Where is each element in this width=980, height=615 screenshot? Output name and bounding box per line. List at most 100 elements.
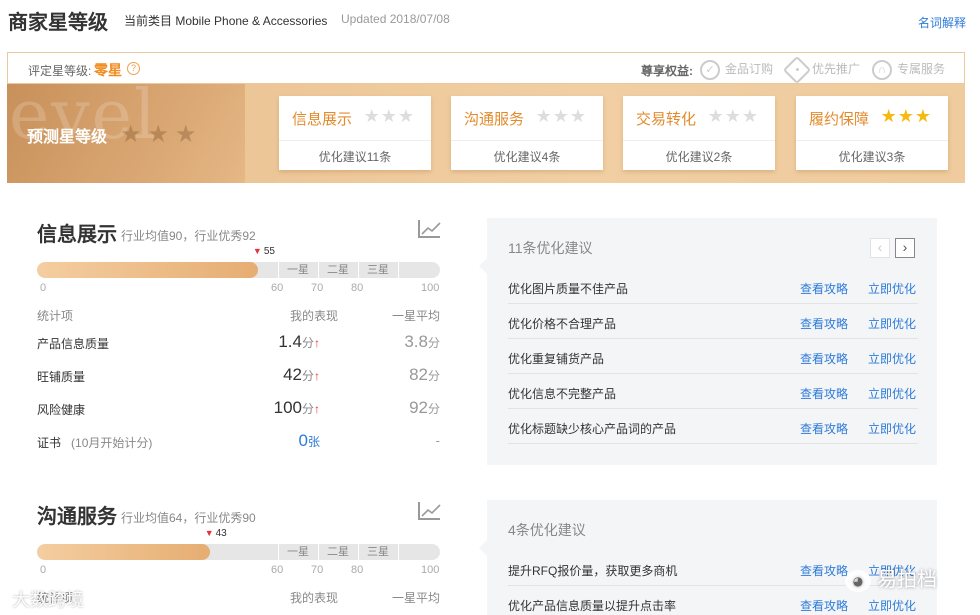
trend-chart-icon[interactable] [418, 220, 441, 238]
tick-label: 100 [421, 282, 440, 294]
tick-label: 100 [421, 564, 440, 576]
score-progress-bar: 一星 二星 三星 [37, 262, 440, 278]
up-arrow-icon: ↑ [314, 369, 320, 383]
predicted-star-label: 预测星等级 [27, 127, 108, 146]
suggestion-text: 优化图片质量不佳产品 [508, 282, 629, 296]
suggestion-row: 优化价格不合理产品 查看攻略 立即优化 [508, 304, 918, 339]
view-guide-link[interactable]: 查看攻略 [800, 597, 848, 614]
suggestion-panel: 4条优化建议 提升RFQ报价量，获取更多商机 查看攻略 立即优化 优化产品信息质… [479, 500, 937, 615]
check-circle-icon: ✓ [700, 59, 720, 80]
star-icon: ★ [380, 106, 398, 126]
next-page-button[interactable]: › [895, 238, 915, 258]
optimize-now-link[interactable]: 立即优化 [868, 420, 916, 437]
certificate-count[interactable]: 0张 [200, 431, 320, 451]
benefits-label: 尊享权益: [641, 64, 693, 78]
optimize-now-link[interactable]: 立即优化 [868, 280, 916, 297]
dimension-title: 信息展示 [292, 110, 353, 128]
score-marker: ▼ 43 [204, 528, 227, 539]
stat-header-avg: 一星平均 [392, 591, 441, 605]
help-icon[interactable]: ? [127, 62, 140, 75]
panel-pointer [479, 258, 487, 274]
card-divider [623, 140, 775, 141]
suggestion-text: 优化标题缺少核心产品词的产品 [508, 422, 677, 436]
view-guide-link[interactable]: 查看攻略 [800, 385, 848, 402]
dimension-tip: 优化建议2条 [665, 150, 733, 164]
trend-chart-icon[interactable] [418, 502, 441, 520]
benefit-exclusive-service: ∩ 专属服务 [872, 58, 945, 80]
star-icon: ★ [120, 121, 148, 148]
dimension-card-fulfillment[interactable]: 履约保障 ★★★ 优化建议3条 [796, 96, 948, 170]
glossary-link[interactable]: 名词解释 [918, 14, 966, 31]
suggestion-title: 11条优化建议 [508, 240, 593, 256]
dimension-stars: ★★★ [708, 106, 759, 127]
optimize-now-link[interactable]: 立即优化 [868, 385, 916, 402]
stat-avg-value: 92分 [409, 398, 440, 417]
score-progress-bar: 一星 二星 三星 [37, 544, 440, 560]
star-icon: ★ [147, 121, 176, 148]
stat-header-mine: 我的表现 [290, 309, 339, 323]
star-icon: ★ [535, 106, 553, 126]
dimension-card-conversion[interactable]: 交易转化 ★★★ 优化建议2条 [623, 96, 775, 170]
score-progress-fill [37, 544, 210, 560]
tick-label: 0 [40, 564, 47, 576]
dimension-card-info-display[interactable]: 信息展示 ★★★ 优化建议11条 [279, 96, 431, 170]
star-icon: ★ [707, 106, 725, 126]
benefit-gold-order: ✓ 金品订购 [700, 58, 773, 80]
tag-icon: • [782, 55, 812, 84]
tick-label: 70 [311, 282, 324, 294]
updated-date: Updated 2018/07/08 [341, 12, 450, 26]
stat-header-mine: 我的表现 [290, 591, 339, 605]
stat-header-avg: 一星平均 [392, 309, 441, 323]
view-guide-link[interactable]: 查看攻略 [800, 315, 848, 332]
level-three-star: 三星 [367, 546, 389, 558]
stat-header-item: 统计项 [37, 309, 74, 323]
rating-bar: 评定星等级: 零星 ? 尊享权益: ✓ 金品订购 • 优先推广 ∩ 专属服务 [7, 52, 965, 84]
stat-my-value: 100分↑ [273, 398, 320, 417]
view-guide-link[interactable]: 查看攻略 [800, 420, 848, 437]
rating-label: 评定星等级: [28, 64, 92, 78]
headset-icon: ∩ [872, 59, 892, 80]
level-three-star: 三星 [367, 264, 389, 276]
score-progress-fill [37, 262, 258, 278]
panel-pointer [479, 540, 487, 556]
dimension-card-communication[interactable]: 沟通服务 ★★★ 优化建议4条 [451, 96, 603, 170]
optimize-now-link[interactable]: 立即优化 [868, 350, 916, 367]
page-title: 商家星等级 [8, 10, 108, 34]
view-guide-link[interactable]: 查看攻略 [800, 350, 848, 367]
dimension-tip: 优化建议3条 [838, 150, 906, 164]
tick-label: 80 [351, 564, 364, 576]
current-category: 当前类目 Mobile Phone & Accessories [124, 14, 328, 28]
brand-watermark-left: 大数跨境 [12, 590, 84, 611]
rating-value: 零星 [94, 62, 122, 78]
predicted-stars: ★★★ [120, 120, 203, 149]
prev-page-button[interactable]: ‹ [870, 238, 890, 258]
brand-watermark-right: ◕ 易拍档 [845, 563, 937, 592]
section-benchmark: 行业均值64，行业优秀90 [121, 511, 256, 525]
stat-my-value: 1.4分↑ [278, 332, 320, 351]
suggestion-title: 4条优化建议 [508, 522, 586, 538]
star-icon: ★ [175, 121, 203, 148]
score-marker: ▼ 55 [252, 246, 275, 257]
dimension-title: 履约保障 [809, 110, 870, 128]
up-arrow-icon: ↑ [314, 402, 320, 416]
stat-label: 旺铺质量 [37, 370, 86, 384]
view-guide-link[interactable]: 查看攻略 [800, 280, 848, 297]
tick-label: 80 [351, 282, 364, 294]
tick-label: 60 [271, 282, 284, 294]
view-guide-link[interactable]: 查看攻略 [800, 562, 848, 579]
benefit-priority-promotion: • 优先推广 [782, 55, 860, 84]
level-one-star: 一星 [287, 546, 309, 558]
suggestion-row: 优化标题缺少核心产品词的产品 查看攻略 立即优化 [508, 409, 918, 444]
optimize-now-link[interactable]: 立即优化 [868, 597, 916, 614]
stat-avg-value: 82分 [409, 365, 440, 384]
wechat-icon: ◕ [845, 569, 871, 592]
suggestion-row: 优化图片质量不佳产品 查看攻略 立即优化 [508, 269, 918, 304]
optimize-now-link[interactable]: 立即优化 [868, 315, 916, 332]
dimension-tip: 优化建议4条 [493, 150, 561, 164]
section-title-info-display: 信息展示 [37, 222, 117, 246]
dimension-tip: 优化建议11条 [318, 150, 392, 164]
stat-label: 风险健康 [37, 403, 86, 417]
suggestion-text: 优化价格不合理产品 [508, 317, 617, 331]
star-icon: ★ [569, 106, 587, 126]
level-divider [398, 262, 399, 278]
